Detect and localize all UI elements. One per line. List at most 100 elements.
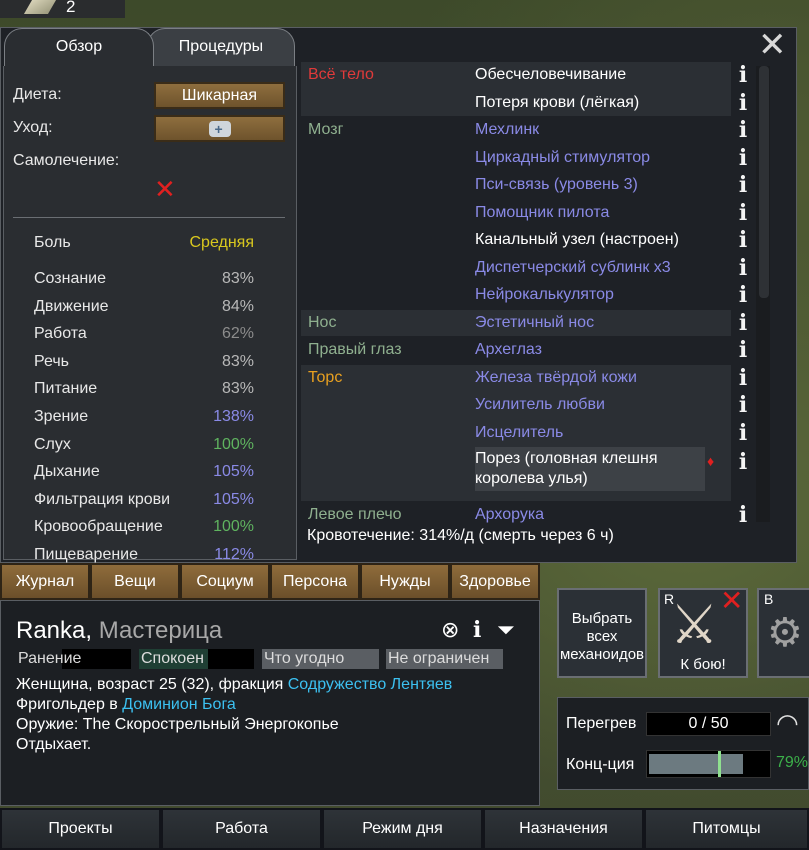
capacity-name: Дыхание	[34, 463, 100, 481]
self-tend-off-icon[interactable]: ✕	[154, 176, 176, 202]
capacity-row: Кровообращение 100%	[34, 518, 254, 542]
hediff-label[interactable]: Помощник пилота	[475, 204, 731, 222]
info-icon[interactable]: i	[737, 504, 749, 526]
scrollbar-thumb[interactable]	[759, 66, 769, 298]
health-status[interactable]: Ранение	[16, 649, 131, 669]
capacity-value: 100%	[213, 518, 254, 536]
capacity-name: Кровообращение	[34, 518, 163, 536]
hediff-label[interactable]: Канальный узел (настроен)	[475, 231, 731, 249]
tab-gear[interactable]: Вещи	[90, 563, 180, 600]
hediff-label[interactable]: Диспетчерский сублинк x3	[475, 259, 731, 277]
info-icon[interactable]: i	[737, 394, 749, 416]
capacity-row: Питание 83%	[34, 380, 254, 404]
rename-icon[interactable]: ⏷	[497, 617, 515, 643]
main-tab-schedule[interactable]: Режим дня	[322, 808, 483, 850]
hediff-label[interactable]: Железа твёрдой кожи	[475, 369, 731, 387]
draft-icon[interactable]: ⊗	[441, 617, 459, 643]
capacity-row: Фильтрация крови 105%	[34, 491, 254, 515]
hediff-label[interactable]: Потеря крови (лёгкая)	[475, 94, 731, 112]
info-icon[interactable]: i	[737, 339, 749, 361]
body-part-name: Нос	[308, 313, 337, 331]
hediff-label[interactable]: Циркадный стимулятор	[475, 149, 731, 167]
hediff-label[interactable]: Археглаз	[475, 341, 731, 359]
hediff-label[interactable]: Обесчеловечивание	[475, 66, 731, 84]
medical-care-icon	[208, 118, 231, 141]
tab-needs[interactable]: Нужды	[360, 563, 450, 600]
concentration-fill	[649, 754, 743, 774]
info-icon[interactable]: i	[737, 119, 749, 141]
info-icon[interactable]: i	[737, 147, 749, 169]
tab-procedures[interactable]: Процедуры	[147, 28, 295, 66]
care-label: Уход:	[13, 119, 53, 136]
close-icon[interactable]: ✕	[758, 28, 787, 62]
mech-tool-icon: ⚙	[767, 611, 803, 655]
pain-value: Средняя	[189, 234, 255, 251]
hediff-label[interactable]: Эстетичный нос	[475, 314, 731, 332]
resource-counter: 2	[0, 0, 125, 18]
info-icon[interactable]: i	[737, 312, 749, 334]
inspect-tabs: Журнал Вещи Социум Персона Нужды Здоровь…	[0, 563, 540, 600]
info-icon[interactable]: i	[737, 92, 749, 114]
capacity-value: 105%	[213, 490, 254, 508]
bleeding-rate-text: Кровотечение: 314%/д (смерть через 6 ч)	[307, 527, 614, 544]
main-tab-assign[interactable]: Назначения	[483, 808, 644, 850]
info-icon[interactable]: i	[737, 174, 749, 196]
health-tabs: Процедуры Обзор	[1, 28, 301, 68]
body-part-name: Левое плечо	[308, 506, 402, 523]
capacity-value: 83%	[221, 352, 254, 370]
hediff-label[interactable]: Нейрокалькулятор	[475, 286, 731, 304]
mood-status[interactable]: Спокоен	[139, 649, 254, 669]
hediff-label[interactable]: Пси-связь (уровень 3)	[475, 176, 731, 194]
empire-link[interactable]: Доминион Бога	[122, 696, 236, 713]
tab-persona[interactable]: Персона	[270, 563, 360, 600]
main-tab-research[interactable]: Проекты	[0, 808, 161, 850]
main-tab-work[interactable]: Работа	[161, 808, 322, 850]
info-icon[interactable]: i	[737, 257, 749, 279]
faction-link[interactable]: Содружество Лентяев	[288, 676, 453, 693]
info-icon[interactable]: i	[737, 422, 749, 444]
hediff-label[interactable]: Мехлинк	[475, 121, 731, 139]
capacity-name: Пищеварение	[34, 546, 139, 563]
fight-button[interactable]: R ⚔ ✕ К бою!	[658, 585, 748, 678]
pawn-name-line: Ranka, Мастерица	[16, 617, 223, 644]
body-part-name: Всё тело	[308, 66, 374, 83]
info-icon[interactable]: i	[737, 202, 749, 224]
mechanitor-panel: Перегрев 0 / 50 ◠ Конц-ция 79%	[557, 697, 809, 790]
fight-label: К бою!	[680, 656, 726, 673]
weapon-line: Оружие: The Скорострельный Энергокопье	[16, 716, 339, 733]
mech-gizmo-button[interactable]: B ⚙	[757, 588, 809, 678]
current-activity: Отдыхает.	[16, 736, 92, 753]
pawn-info-panel: Ranka, Мастерица ⊗ i ⏷ Ранение Спокоен Ч…	[0, 600, 540, 806]
care-select-button[interactable]	[154, 115, 285, 142]
main-tab-animals[interactable]: Питомцы	[644, 808, 809, 850]
food-restriction[interactable]: Что угодно	[262, 649, 379, 669]
tab-health[interactable]: Здоровье	[450, 563, 540, 600]
area-restriction[interactable]: Не ограничен	[386, 649, 503, 669]
capacity-value: 83%	[221, 380, 254, 398]
info-icon[interactable]: i	[737, 284, 749, 306]
info-icon[interactable]: i	[473, 617, 481, 643]
info-icon[interactable]: i	[737, 367, 749, 389]
concentration-bar[interactable]	[646, 750, 771, 778]
capacity-name: Работа	[34, 325, 87, 343]
hediff-label[interactable]: Порез (головная клешня королева улья)	[475, 447, 705, 491]
capacity-name: Фильтрация крови	[34, 490, 171, 508]
tab-social[interactable]: Социум	[180, 563, 270, 600]
hediff-label[interactable]: Архорука	[475, 506, 731, 524]
select-all-mechs-label: Выбрать всех механоидов	[559, 610, 645, 663]
hediff-label[interactable]: Исцелитель	[475, 424, 731, 442]
select-all-mechs-button[interactable]: Выбрать всех механоидов	[557, 588, 647, 678]
tab-overview[interactable]: Обзор	[4, 28, 154, 66]
hediff-label[interactable]: Усилитель любви	[475, 396, 731, 414]
gizmo-hotkey: B	[764, 591, 774, 607]
info-icon[interactable]: i	[737, 64, 749, 86]
disabled-cross-icon: ✕	[720, 585, 744, 616]
tab-log[interactable]: Журнал	[0, 563, 90, 600]
capacity-value: 105%	[213, 463, 254, 481]
pawn-name[interactable]: Ranka	[16, 617, 85, 644]
divider	[13, 217, 285, 218]
info-icon[interactable]: i	[737, 229, 749, 251]
info-icon[interactable]: i	[737, 451, 749, 473]
concentration-target-handle[interactable]	[718, 751, 721, 777]
diet-select-button[interactable]: Шикарная	[154, 82, 285, 109]
